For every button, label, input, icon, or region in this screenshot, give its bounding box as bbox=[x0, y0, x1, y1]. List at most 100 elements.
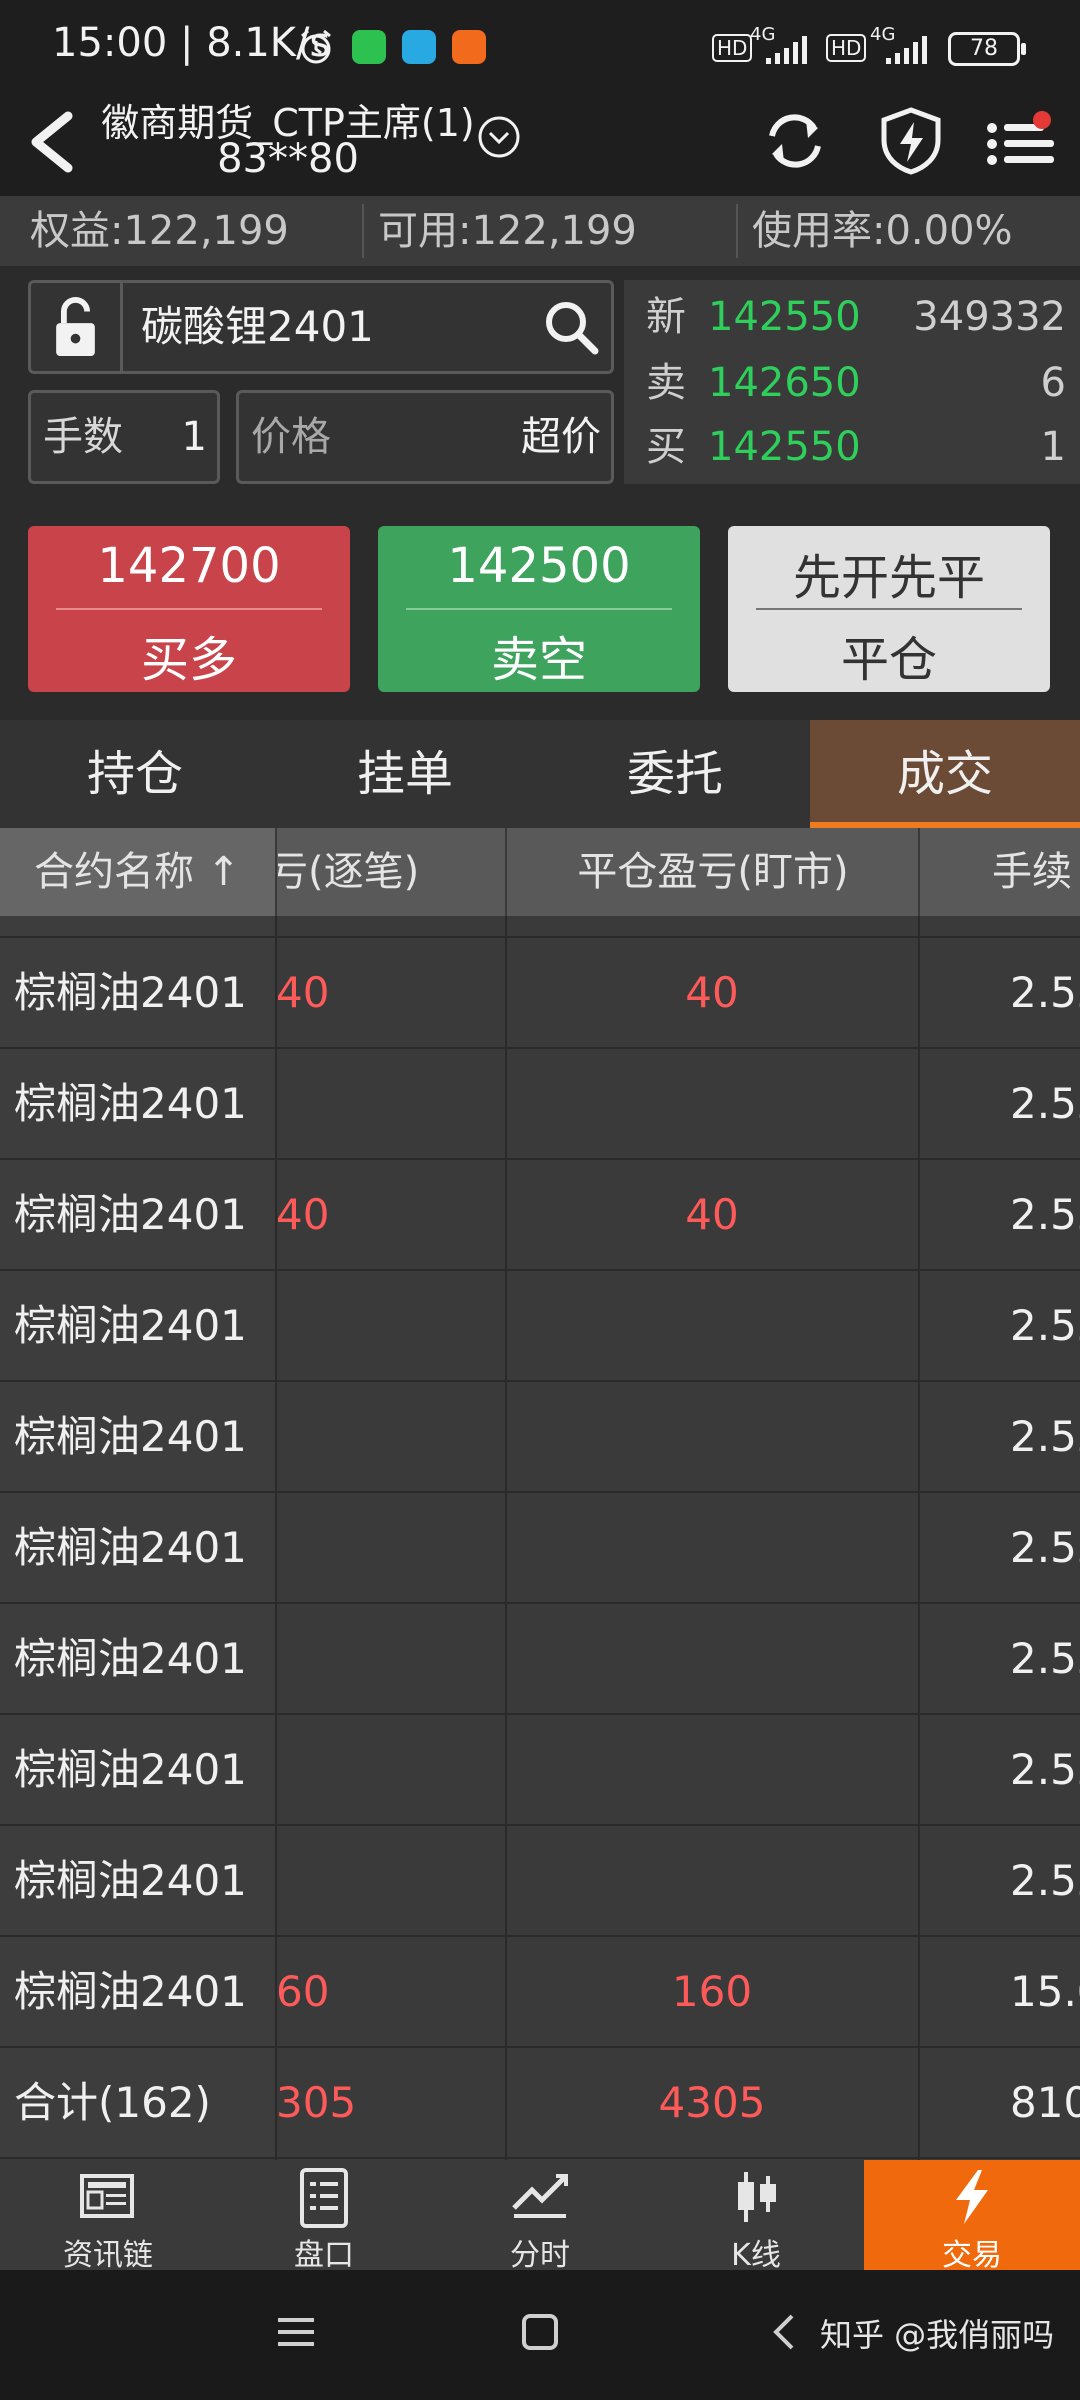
tab-bar: 持仓 挂单 委托 成交 bbox=[0, 720, 1080, 828]
shield-icon[interactable] bbox=[878, 106, 944, 176]
pnl-mark-cell: 40 bbox=[685, 1190, 739, 1239]
pnl-mark-cell: 160 bbox=[671, 1967, 753, 2016]
available-value: 可用:122,199 bbox=[378, 208, 637, 254]
bottom-nav: 资讯链 盘口 分时 K线 交易 bbox=[0, 2160, 1080, 2273]
price-input[interactable]: 价格 bbox=[251, 393, 331, 481]
trades-table: 合约名称 ↑ 亏(逐笔) 平仓盈亏(盯市) 手续 棕榈油240140402.52… bbox=[0, 828, 1080, 2160]
fee-cell: 2.52 bbox=[1010, 1856, 1080, 1905]
nav-kline[interactable]: K线 bbox=[648, 2160, 864, 2273]
nav-orderbook[interactable]: 盘口 bbox=[216, 2160, 432, 2273]
timeshare-chart-icon bbox=[512, 2174, 568, 2218]
column-header-pnl-mark[interactable]: 平仓盈亏(盯市) bbox=[508, 828, 918, 916]
contract-name-cell: 棕榈油2401 bbox=[0, 1049, 276, 1158]
status-time-speed: 15:00 | 8.1K/s bbox=[52, 20, 331, 66]
tab-trades[interactable]: 成交 bbox=[810, 720, 1080, 828]
order-panel: 碳酸锂2401 手数 1 价格 超价 新 142550 349332 卖 142… bbox=[0, 266, 1080, 720]
ask-price: 142650 bbox=[708, 360, 861, 406]
last-price-row: 新 142550 349332 bbox=[624, 286, 1080, 348]
usage-rate-value: 使用率:0.00% bbox=[752, 208, 1013, 254]
symbol-field[interactable]: 碳酸锂2401 bbox=[28, 280, 614, 374]
table-header: 合约名称 ↑ 亏(逐笔) 平仓盈亏(盯市) 手续 bbox=[0, 828, 1080, 916]
system-navigation-bar: 知乎 @我俏丽吗 bbox=[0, 2270, 1080, 2400]
status-bar: 15:00 | 8.1K/s HD 4G HD 4G 78 bbox=[0, 0, 1080, 92]
column-header-contract[interactable]: 合约名称 ↑ bbox=[0, 828, 276, 916]
symbol-input[interactable]: 碳酸锂2401 bbox=[141, 283, 374, 371]
chevron-down-icon[interactable] bbox=[476, 114, 522, 160]
contract-name-cell: 棕榈油2401 bbox=[0, 1937, 276, 2046]
pnl-trade-cell bbox=[276, 1715, 506, 1824]
pnl-mark-cell bbox=[506, 1271, 918, 1380]
pnl-mark-cell bbox=[506, 1826, 918, 1935]
app-notification-icon bbox=[402, 30, 436, 64]
close-label: 平仓 bbox=[840, 632, 937, 688]
price-field[interactable]: 价格 超价 bbox=[236, 390, 614, 484]
account-number[interactable]: 83**80 bbox=[88, 136, 488, 182]
fee-cell: 2.52 bbox=[1010, 1745, 1080, 1794]
menu-icon[interactable] bbox=[980, 106, 1060, 176]
quantity-field[interactable]: 手数 1 bbox=[28, 390, 220, 484]
bid-volume: 1 bbox=[1040, 424, 1066, 470]
pnl-trade-cell bbox=[276, 1493, 506, 1602]
hd-badge: HD bbox=[826, 34, 867, 62]
home-icon[interactable] bbox=[518, 2310, 562, 2354]
close-mode: 先开先平 bbox=[792, 550, 985, 606]
last-volume: 349332 bbox=[913, 294, 1066, 340]
search-icon[interactable] bbox=[541, 297, 601, 357]
fee-cell: 2.52 bbox=[1010, 968, 1080, 1017]
ask-row: 卖 142650 6 bbox=[624, 352, 1080, 414]
fee-cell: 15.0 bbox=[1010, 1967, 1080, 2016]
quantity-input[interactable]: 1 bbox=[182, 393, 207, 481]
fee-cell: 2.52 bbox=[1010, 1190, 1080, 1239]
mi-icon bbox=[452, 30, 486, 64]
news-icon bbox=[80, 2174, 134, 2218]
pnl-mark-cell bbox=[506, 1382, 918, 1491]
refresh-icon[interactable] bbox=[760, 106, 830, 176]
wechat-icon bbox=[352, 30, 386, 64]
fee-cell: 2.52 bbox=[1010, 1523, 1080, 1572]
app-header: 徽商期货_CTP主席(1) 83**80 bbox=[0, 92, 1080, 196]
pnl-mark-cell bbox=[506, 1493, 918, 1602]
column-header-fee[interactable]: 手续 bbox=[920, 828, 1080, 916]
fee-cell: 2.52 bbox=[1010, 1301, 1080, 1350]
unlock-icon[interactable] bbox=[31, 283, 123, 371]
nav-news[interactable]: 资讯链 bbox=[0, 2160, 216, 2273]
sell-label: 卖空 bbox=[490, 632, 587, 688]
nav-timeshare[interactable]: 分时 bbox=[432, 2160, 648, 2273]
close-position-button[interactable]: 先开先平 平仓 bbox=[728, 526, 1050, 692]
watermark-text: 知乎 @我俏丽吗 bbox=[820, 2316, 1055, 2354]
price-mode-selector[interactable]: 超价 bbox=[521, 393, 601, 481]
battery-indicator: 78 bbox=[948, 32, 1026, 66]
fee-cell: 810.0 bbox=[1010, 2078, 1080, 2127]
tab-positions[interactable]: 持仓 bbox=[0, 720, 270, 828]
fee-cell: 2.52 bbox=[1010, 1634, 1080, 1683]
sell-short-button[interactable]: 142500 卖空 bbox=[378, 526, 700, 692]
nav-orderbook-label: 盘口 bbox=[294, 2238, 354, 2273]
ask-volume: 6 bbox=[1040, 360, 1066, 406]
nav-trade-label: 交易 bbox=[942, 2238, 1002, 2273]
back-nav-icon[interactable] bbox=[766, 2310, 802, 2354]
pnl-mark-cell bbox=[506, 1049, 918, 1158]
signal-icon bbox=[766, 36, 807, 64]
pnl-trade-cell bbox=[276, 1604, 506, 1713]
pnl-trade-cell bbox=[276, 1271, 506, 1380]
tab-orders[interactable]: 委托 bbox=[540, 720, 810, 828]
lightning-icon bbox=[956, 2170, 988, 2224]
contract-name-cell: 合计(162) bbox=[0, 2048, 276, 2157]
back-icon[interactable] bbox=[20, 102, 90, 182]
candlestick-icon bbox=[738, 2172, 776, 2222]
pnl-mark-cell bbox=[506, 1604, 918, 1713]
recent-apps-icon[interactable] bbox=[274, 2310, 318, 2354]
pnl-trade-cell: 305 bbox=[276, 2078, 357, 2127]
orderbook-icon bbox=[300, 2168, 348, 2228]
last-price: 142550 bbox=[708, 294, 861, 340]
column-header-pnl-trade[interactable]: 亏(逐笔) bbox=[278, 828, 504, 916]
fee-cell: 2.52 bbox=[1010, 1079, 1080, 1128]
account-summary: 权益:122,199 可用:122,199 使用率:0.00% bbox=[0, 196, 1080, 266]
alarm-icon bbox=[301, 29, 331, 64]
pnl-trade-cell: 40 bbox=[276, 968, 330, 1017]
buy-long-button[interactable]: 142700 买多 bbox=[28, 526, 350, 692]
nav-trade[interactable]: 交易 bbox=[864, 2160, 1080, 2273]
nav-kline-label: K线 bbox=[731, 2238, 781, 2273]
tab-pending[interactable]: 挂单 bbox=[270, 720, 540, 828]
contract-name-cell: 棕榈油2401 bbox=[0, 1382, 276, 1491]
